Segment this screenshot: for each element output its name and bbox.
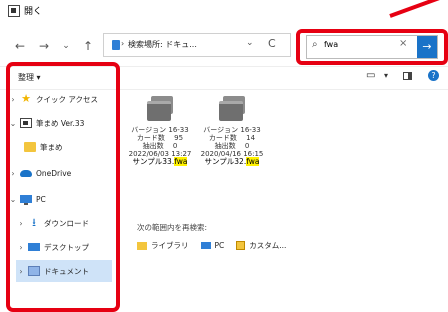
recent-locations-button[interactable]: ⌄ bbox=[58, 38, 74, 54]
view-icon[interactable]: ▭ bbox=[366, 70, 375, 81]
file-item[interactable]: バージョン 16-33 カード数 95 抽出数 0 2022/06/03 13:… bbox=[124, 96, 196, 166]
search-scope-list: ライブラリ PC カスタム... bbox=[137, 240, 286, 251]
pc-icon bbox=[200, 242, 211, 249]
file-name-prefix: サンプル33. bbox=[132, 157, 175, 166]
chevron-down-icon[interactable]: ▾ bbox=[384, 71, 388, 80]
custom-folder-icon bbox=[236, 241, 246, 250]
file-version: バージョン 16-33 bbox=[203, 126, 261, 134]
file-name: サンプル32.fwa bbox=[196, 157, 268, 166]
file-extracted-count: 抽出数 0 bbox=[142, 142, 178, 150]
scope-label: ライブラリ bbox=[151, 241, 189, 250]
scope-label: PC bbox=[214, 241, 225, 250]
file-item[interactable]: バージョン 16-33 カード数 14 抽出数 0 2020/04/16 16:… bbox=[196, 96, 268, 166]
scope-custom-link[interactable]: カスタム... bbox=[236, 240, 286, 251]
file-name-prefix: サンプル32. bbox=[204, 157, 247, 166]
refresh-button[interactable]: C bbox=[268, 37, 276, 50]
chevron-down-icon[interactable]: ⌄ bbox=[246, 38, 254, 48]
file-stack-icon bbox=[145, 96, 175, 122]
search-again-label: 次の範囲内を再検索: bbox=[137, 223, 208, 232]
forward-button[interactable]: → bbox=[36, 38, 52, 54]
help-icon[interactable]: ? bbox=[428, 70, 439, 81]
sidebar-highlight-frame bbox=[6, 62, 120, 312]
app-icon bbox=[8, 5, 20, 17]
title-bar bbox=[0, 0, 448, 22]
file-card-count: カード数 95 bbox=[136, 134, 184, 142]
library-icon bbox=[137, 241, 147, 250]
file-stack-icon bbox=[217, 96, 247, 122]
back-button[interactable]: ← bbox=[12, 38, 28, 54]
breadcrumb-separator: › bbox=[121, 39, 125, 48]
file-name-match: fwa bbox=[174, 157, 188, 166]
location-icon bbox=[112, 40, 120, 50]
up-button[interactable]: ↑ bbox=[80, 38, 96, 54]
file-version: バージョン 16-33 bbox=[131, 126, 189, 134]
search-highlight-frame bbox=[296, 29, 448, 65]
file-name-match: fwa bbox=[246, 157, 260, 166]
file-card-count: カード数 14 bbox=[208, 134, 256, 142]
window-title: 開く bbox=[24, 7, 43, 17]
preview-pane-icon[interactable] bbox=[403, 72, 412, 80]
file-extracted-count: 抽出数 0 bbox=[214, 142, 250, 150]
address-path[interactable]: 検索場所: ドキュ... bbox=[128, 39, 197, 50]
file-name: サンプル33.fwa bbox=[124, 157, 196, 166]
scope-label: カスタム... bbox=[249, 241, 287, 250]
scope-pc-link[interactable]: PC bbox=[200, 240, 225, 251]
scope-libraries-link[interactable]: ライブラリ bbox=[137, 240, 189, 251]
